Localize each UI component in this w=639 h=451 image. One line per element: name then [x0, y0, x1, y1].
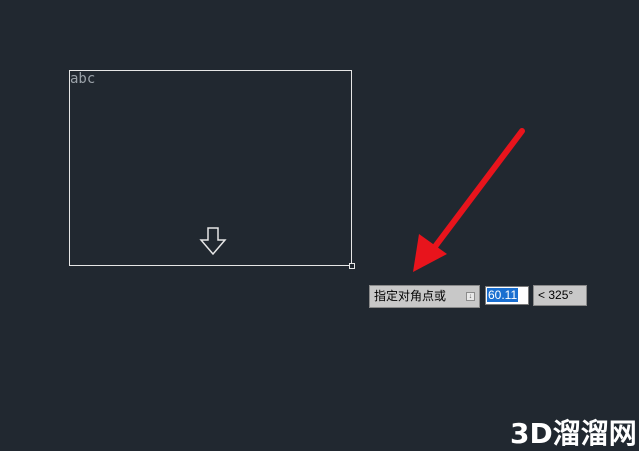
prompt-label: 指定对角点或: [374, 289, 447, 303]
site-watermark: 3D溜溜网: [510, 417, 637, 450]
angle-tooltip: < 325°: [533, 285, 587, 306]
drawing-canvas[interactable]: abc 指定对角点或 ↓ 60.11 < 325° 3D溜溜网: [0, 0, 639, 451]
dropdown-options-icon[interactable]: ↓: [466, 292, 475, 301]
dynamic-input-prompt: 指定对角点或 ↓: [369, 285, 480, 308]
distance-value[interactable]: 60.11: [487, 288, 519, 302]
angle-value: < 325°: [538, 288, 574, 302]
mtext-window-rectangle: abc: [69, 70, 352, 266]
red-pointer-arrow: [413, 128, 525, 272]
distance-input-field[interactable]: 60.11: [485, 286, 529, 305]
grip-square-icon[interactable]: [349, 263, 355, 269]
arrow-down-outline-icon: [199, 227, 227, 256]
mtext-sample-text: abc: [70, 71, 96, 87]
